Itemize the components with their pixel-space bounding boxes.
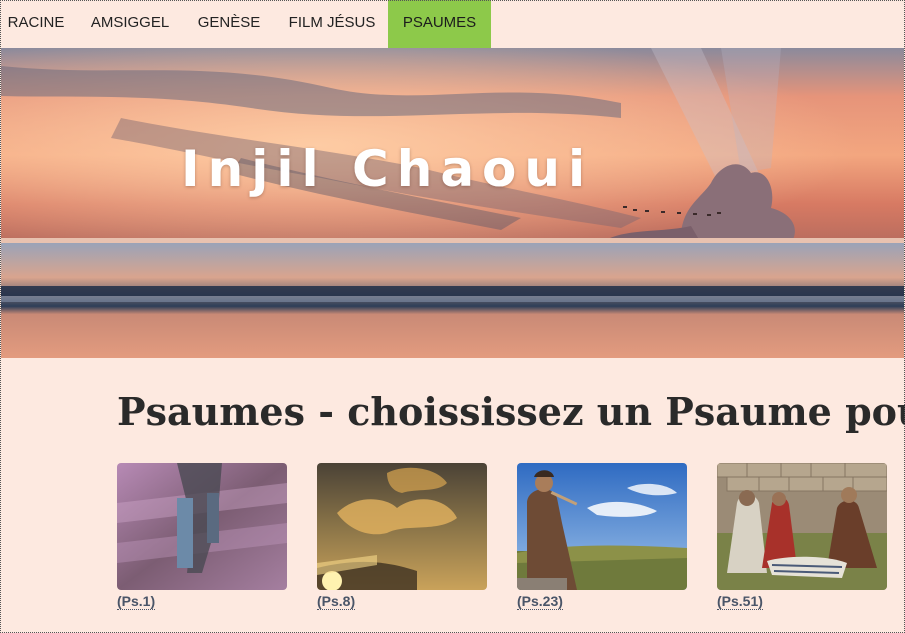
nav-item-genese[interactable]: GENÈSE [186, 0, 272, 48]
site-title: Injil Chaoui [181, 140, 594, 198]
page-title: Psaumes - choississez un Psaume pour en … [117, 389, 905, 434]
people-sitting-outdoors-image[interactable] [717, 463, 887, 590]
nav-item-film-jesus[interactable]: FILM JÉSUS [276, 0, 388, 48]
lavender-field-walking-image[interactable] [117, 463, 287, 590]
psalm-card-8[interactable]: (Ps.8) [317, 463, 487, 611]
top-navigation: RACINE AMSIGGEL GENÈSE FILM JÉSUS PSAUME… [0, 0, 905, 48]
golden-clouds-sky-image[interactable] [317, 463, 487, 590]
nav-item-psaumes[interactable]: PSAUMES [388, 0, 491, 48]
nav-item-amsiggel[interactable]: AMSIGGEL [76, 0, 184, 48]
shepherd-playing-flute-image[interactable] [517, 463, 687, 590]
psalm-card-1[interactable]: (Ps.1) [117, 463, 287, 611]
psalm-card-23[interactable]: (Ps.23) [517, 463, 687, 611]
psalm-card-51[interactable]: (Ps.51) [717, 463, 887, 611]
nav-item-racine[interactable]: RACINE [0, 0, 72, 48]
psalm-link-1[interactable]: (Ps.1) [117, 593, 156, 610]
psalm-link-8[interactable]: (Ps.8) [317, 593, 356, 610]
psalm-link-51[interactable]: (Ps.51) [717, 593, 763, 610]
psalm-link-23[interactable]: (Ps.23) [517, 593, 563, 610]
hero-banner: Injil Chaoui [1, 48, 904, 358]
sunset-beach-image [1, 48, 904, 358]
